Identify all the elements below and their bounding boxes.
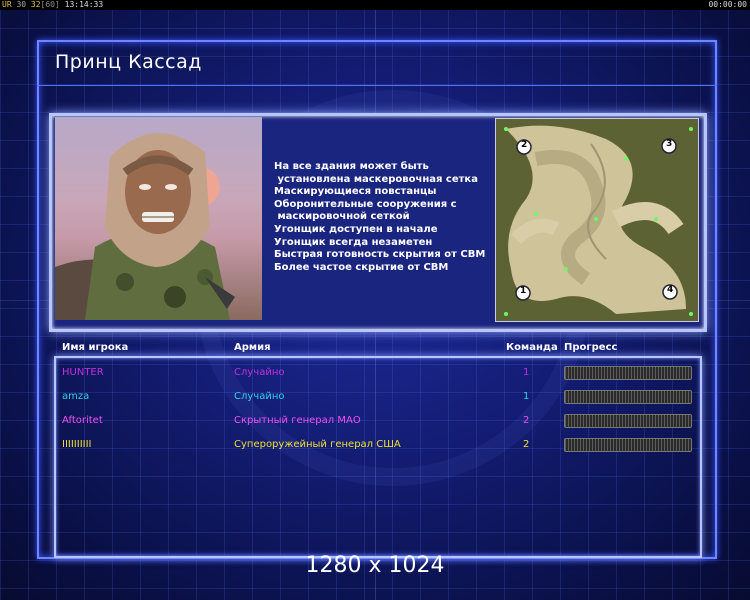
feature-line: Маскирующиеся повстанцы	[274, 186, 437, 198]
header-team: Команда	[506, 342, 558, 353]
fps-limit: [60]	[40, 0, 60, 9]
loading-progress-bar	[564, 390, 692, 404]
general-portrait	[55, 117, 262, 320]
clock-time: 13:14:33	[59, 0, 104, 9]
feature-line: Оборонительные сооружения с	[274, 198, 457, 210]
player-name: amza	[62, 391, 90, 402]
loading-progress-bar	[564, 366, 692, 380]
loading-progress-bar	[564, 438, 692, 452]
elapsed-time: 00:00:00	[708, 0, 747, 9]
player-name: IIIIIIIIII	[62, 439, 92, 450]
start-position-1: 1	[520, 286, 527, 296]
map-preview: 1 2 3 4	[495, 118, 699, 322]
feature-line: Угонщик всегда незаметен	[274, 236, 433, 248]
feature-line: Угонщик доступен в начале	[274, 223, 438, 235]
header-progress: Прогресс	[564, 342, 618, 353]
player-name: Aftoritet	[62, 415, 103, 426]
loading-progress-bar	[564, 414, 692, 428]
fps-value-2: 32	[30, 0, 41, 9]
player-team: 1	[523, 367, 530, 378]
fps-readout: UR 30 32[60] 13:14:33	[2, 0, 103, 10]
feature-line: На все здания может быть	[274, 161, 429, 172]
player-team: 2	[523, 415, 530, 426]
header-army: Армия	[234, 342, 271, 353]
debug-top-bar: UR 30 32[60] 13:14:33 00:00:00	[0, 0, 750, 10]
player-army: Скрытный генерал МАО	[234, 415, 361, 426]
player-team: 2	[523, 439, 530, 450]
start-position-2: 2	[521, 140, 528, 150]
general-features-list: На все здания может быть установлена мас…	[274, 161, 489, 274]
players-list	[54, 356, 702, 558]
player-team: 1	[523, 391, 530, 402]
portrait-illustration	[55, 133, 235, 320]
feature-line: маскировочной сеткой	[274, 211, 410, 223]
resolution-watermark: 1280 x 1024	[305, 553, 445, 578]
general-name-title: Принц Кассад	[55, 51, 202, 73]
title-divider	[37, 85, 717, 86]
fps-label: UR	[2, 0, 12, 9]
start-position-3: 3	[666, 139, 673, 149]
player-name: HUNTER	[62, 367, 104, 378]
player-army: Супероружейный генерал США	[234, 439, 401, 450]
feature-line: Быстрая готовность скрытия от СВМ	[274, 249, 486, 261]
player-army: Случайно	[234, 367, 285, 378]
feature-line: Более частое скрытие от СВМ	[274, 261, 449, 273]
feature-line: установлена маскеровочная сетка	[274, 173, 478, 185]
start-position-4: 4	[667, 285, 674, 295]
fps-value-1: 30	[11, 0, 31, 9]
header-player-name: Имя игрока	[62, 342, 129, 353]
player-army: Случайно	[234, 391, 285, 402]
